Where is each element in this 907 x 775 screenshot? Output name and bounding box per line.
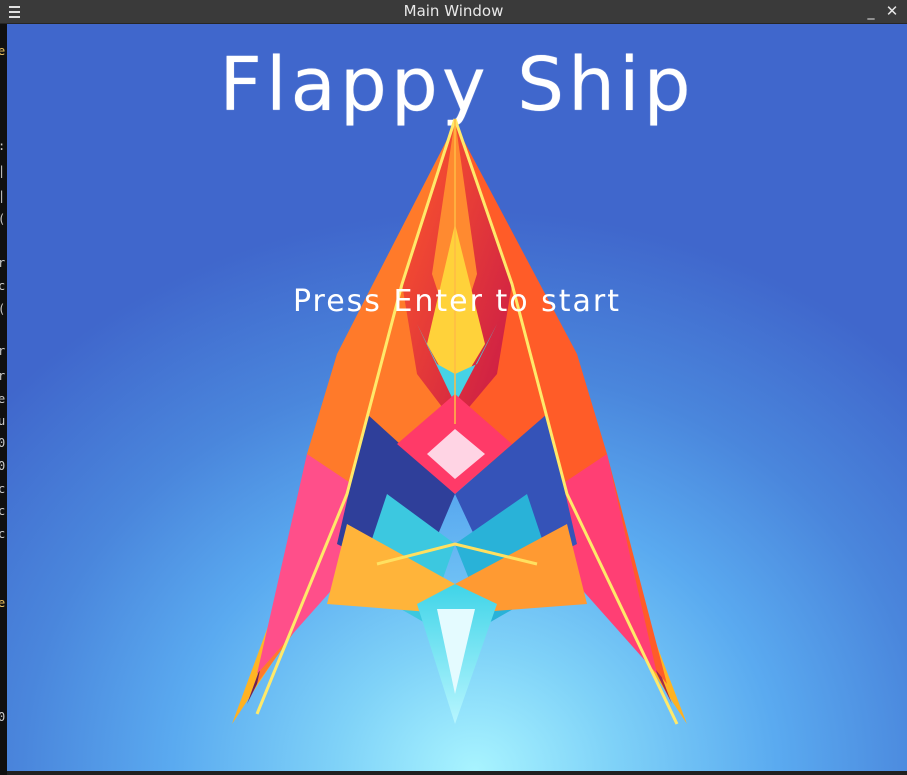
minimize-button[interactable]: _ [864,0,878,22]
window-title: Main Window [403,2,504,20]
background-terminal-edge: e : | | ( r c ( r r e u 0 0 c c c e 0 [0,24,7,775]
application-window: Main Window _ ✕ e : | | ( r c ( r r e u … [0,0,907,775]
window-bottom-edge [7,771,907,775]
game-canvas[interactable]: Flappy Ship Press Enter to start [7,24,907,771]
crystal-spaceship-graphic [232,118,687,725]
start-prompt: Press Enter to start [292,284,622,319]
title-bar[interactable]: Main Window _ ✕ [0,0,907,24]
close-button[interactable]: ✕ [884,0,900,22]
